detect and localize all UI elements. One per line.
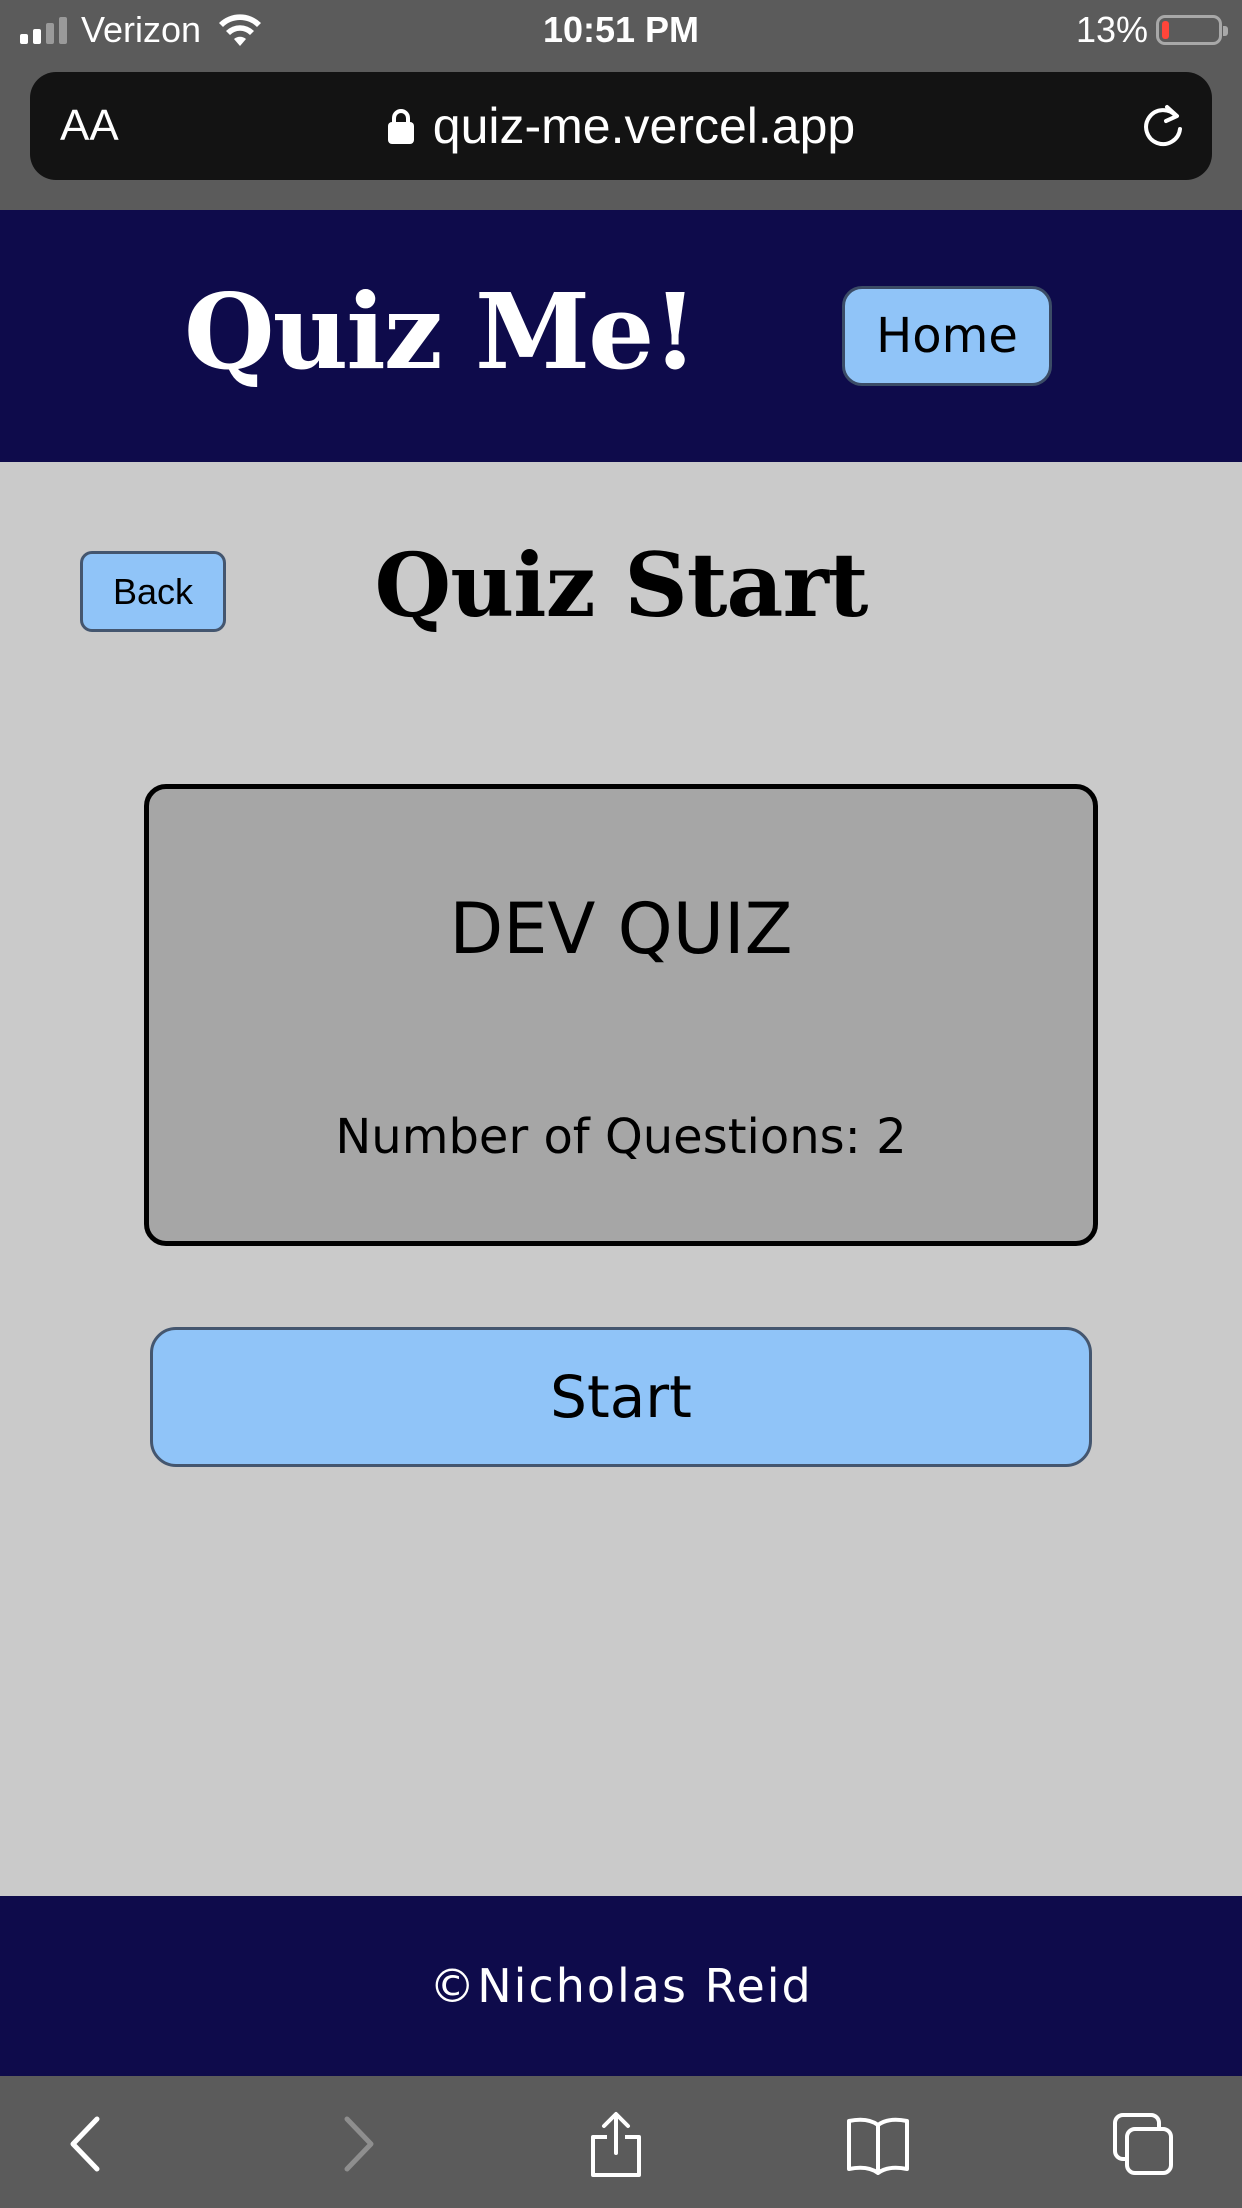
- question-count: Number of Questions: 2: [335, 1109, 907, 1165]
- share-button[interactable]: [576, 2104, 656, 2184]
- battery-level-fill: [1162, 21, 1169, 39]
- browser-back-button[interactable]: [48, 2104, 128, 2184]
- reload-icon[interactable]: [1138, 102, 1188, 152]
- status-bar: Verizon 10:51 PM 13%: [0, 0, 1242, 60]
- address-bar[interactable]: AA quiz-me.vercel.app: [30, 72, 1212, 180]
- browser-toolbar: [0, 2076, 1242, 2208]
- chevron-left-icon: [70, 2116, 100, 2172]
- quiz-name: DEV QUIZ: [449, 888, 793, 970]
- footer-copyright: ©Nicholas Reid: [429, 1959, 813, 2013]
- browser-forward-button[interactable]: [316, 2104, 396, 2184]
- url-display[interactable]: quiz-me.vercel.app: [30, 72, 1212, 180]
- app-footer: ©Nicholas Reid: [0, 1896, 1242, 2076]
- lock-icon: [387, 109, 414, 144]
- book-icon: [847, 2117, 909, 2175]
- tabs-icon: [1113, 2113, 1173, 2175]
- home-button[interactable]: Home: [842, 286, 1052, 386]
- tabs-button[interactable]: [1102, 2104, 1182, 2184]
- url-text: quiz-me.vercel.app: [432, 98, 856, 154]
- start-button[interactable]: Start: [150, 1327, 1092, 1467]
- browser-top-bar: AA quiz-me.vercel.app: [0, 60, 1242, 210]
- status-right: 13%: [1075, 8, 1228, 52]
- bookmarks-button[interactable]: [838, 2104, 918, 2184]
- chevron-right-icon: [344, 2116, 374, 2172]
- back-button[interactable]: Back: [80, 551, 226, 632]
- battery-percent: 13%: [1075, 9, 1148, 50]
- status-time: 10:51 PM: [542, 9, 700, 50]
- share-icon: [591, 2112, 641, 2177]
- battery-icon: [1156, 15, 1228, 45]
- app-title: Quiz Me!: [184, 270, 698, 393]
- quiz-card: DEV QUIZ Number of Questions: 2: [144, 784, 1098, 1246]
- app-header: Quiz Me! Home: [0, 210, 1242, 462]
